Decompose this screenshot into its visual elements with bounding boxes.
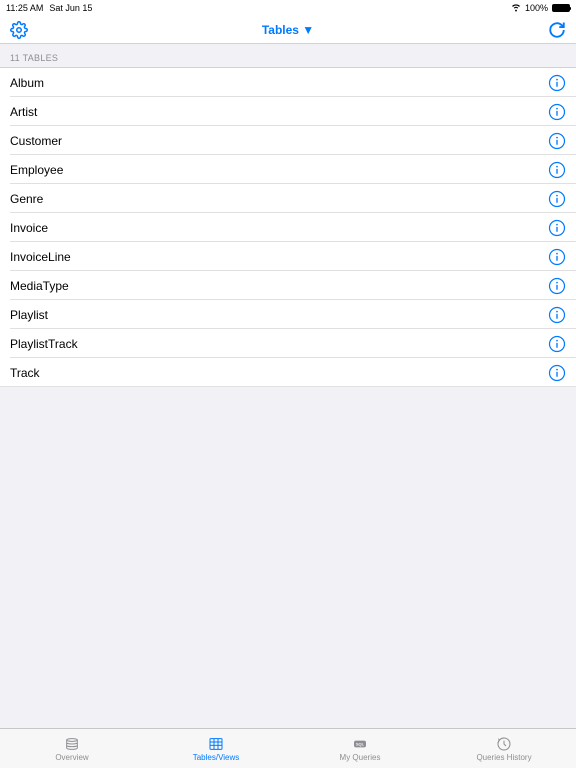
tab-queries-history[interactable]: Queries History [432, 729, 576, 768]
tab-icon [207, 736, 225, 752]
table-row[interactable]: Genre [0, 184, 576, 213]
table-row[interactable]: Employee [0, 155, 576, 184]
status-time: 11:25 AM [6, 3, 43, 13]
table-row[interactable]: Invoice [0, 213, 576, 242]
refresh-button[interactable] [548, 21, 566, 39]
info-icon[interactable] [548, 161, 566, 179]
empty-area [0, 387, 576, 728]
table-name: Album [10, 76, 44, 90]
info-icon[interactable] [548, 190, 566, 208]
battery-icon [552, 4, 570, 12]
table-name: Employee [10, 163, 63, 177]
tab-label: Tables/Views [193, 753, 240, 762]
tab-icon [495, 736, 513, 752]
table-name: Invoice [10, 221, 48, 235]
info-icon[interactable] [548, 219, 566, 237]
info-icon[interactable] [548, 132, 566, 150]
info-icon[interactable] [548, 364, 566, 382]
table-row[interactable]: Artist [0, 97, 576, 126]
table-name: Playlist [10, 308, 48, 322]
info-icon[interactable] [548, 74, 566, 92]
table-row[interactable]: Track [0, 358, 576, 387]
tab-tables-views[interactable]: Tables/Views [144, 729, 288, 768]
table-name: Genre [10, 192, 43, 206]
nav-bar: Tables ▼ [0, 16, 576, 44]
tab-icon: SQL [351, 736, 369, 752]
info-icon[interactable] [548, 103, 566, 121]
table-row[interactable]: Playlist [0, 300, 576, 329]
table-name: Customer [10, 134, 62, 148]
tab-label: My Queries [340, 753, 381, 762]
status-bar: 11:25 AM Sat Jun 15 100% [0, 0, 576, 16]
refresh-icon [548, 21, 566, 39]
info-icon[interactable] [548, 248, 566, 266]
table-row[interactable]: InvoiceLine [0, 242, 576, 271]
table-name: MediaType [10, 279, 69, 293]
status-battery-text: 100% [525, 3, 548, 13]
nav-title-button[interactable]: Tables ▼ [262, 23, 314, 37]
table-name: PlaylistTrack [10, 337, 78, 351]
tables-list: Album Artist Customer Employee Genre Invoice I… [0, 68, 576, 387]
tab-label: Queries History [476, 753, 531, 762]
table-name: InvoiceLine [10, 250, 71, 264]
info-icon[interactable] [548, 277, 566, 295]
table-name: Artist [10, 105, 37, 119]
table-row[interactable]: MediaType [0, 271, 576, 300]
info-icon[interactable] [548, 306, 566, 324]
table-row[interactable]: PlaylistTrack [0, 329, 576, 358]
gear-icon [10, 21, 28, 39]
tab-icon [63, 736, 81, 752]
status-date: Sat Jun 15 [49, 3, 92, 13]
settings-button[interactable] [10, 21, 28, 39]
tab-overview[interactable]: Overview [0, 729, 144, 768]
tab-my-queries[interactable]: SQL My Queries [288, 729, 432, 768]
svg-text:SQL: SQL [356, 741, 365, 746]
info-icon[interactable] [548, 335, 566, 353]
table-row[interactable]: Album [0, 68, 576, 97]
section-header: 11 TABLES [0, 44, 576, 68]
wifi-icon [511, 4, 521, 12]
tab-bar: Overview Tables/Views SQL My Queries Queries… [0, 728, 576, 768]
table-name: Track [10, 366, 40, 380]
table-row[interactable]: Customer [0, 126, 576, 155]
tab-label: Overview [55, 753, 88, 762]
